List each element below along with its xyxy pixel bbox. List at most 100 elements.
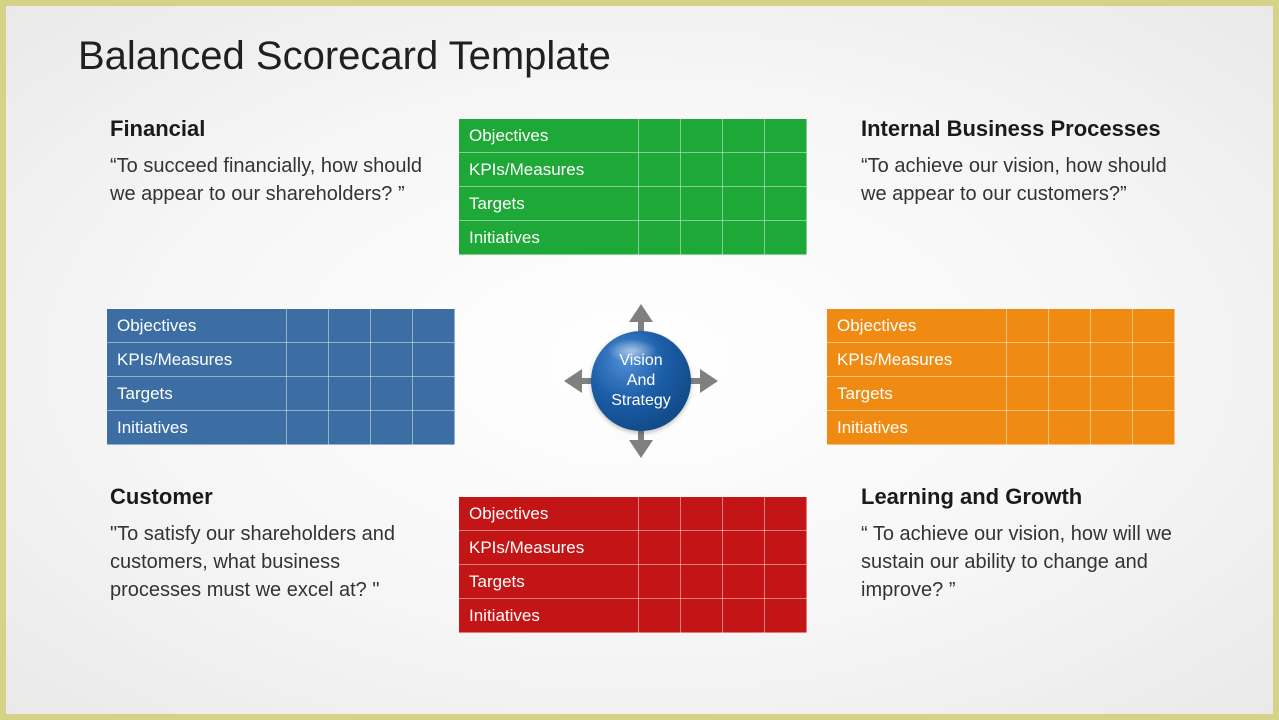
cell bbox=[1049, 309, 1091, 343]
cell bbox=[1049, 377, 1091, 411]
cell bbox=[723, 565, 765, 599]
financial-heading: Financial bbox=[110, 116, 430, 142]
cell bbox=[765, 119, 807, 153]
customer-heading: Customer bbox=[110, 484, 430, 510]
cell bbox=[371, 343, 413, 377]
cell bbox=[639, 497, 681, 531]
cell bbox=[639, 221, 681, 255]
cell bbox=[765, 599, 807, 633]
cell bbox=[723, 187, 765, 221]
table-learning: Objectives KPIs/Measures Targets Initiat… bbox=[458, 496, 807, 633]
cell bbox=[681, 599, 723, 633]
cell bbox=[371, 377, 413, 411]
row-initiatives: Initiatives bbox=[827, 411, 1007, 445]
row-initiatives: Initiatives bbox=[107, 411, 287, 445]
cell bbox=[1133, 309, 1175, 343]
cell bbox=[287, 411, 329, 445]
internal-heading: Internal Business Processes bbox=[861, 116, 1181, 142]
cell bbox=[1049, 343, 1091, 377]
cell bbox=[371, 309, 413, 343]
arrow-right-icon bbox=[700, 369, 718, 393]
row-kpis: KPIs/Measures bbox=[459, 153, 639, 187]
cell bbox=[681, 565, 723, 599]
row-objectives: Objectives bbox=[107, 309, 287, 343]
cell bbox=[329, 377, 371, 411]
cell bbox=[371, 411, 413, 445]
row-targets: Targets bbox=[827, 377, 1007, 411]
cell bbox=[1007, 377, 1049, 411]
cell bbox=[639, 119, 681, 153]
cell bbox=[413, 343, 455, 377]
row-targets: Targets bbox=[459, 565, 639, 599]
hub-label: Vision And Strategy bbox=[611, 351, 671, 411]
cell bbox=[329, 309, 371, 343]
cell bbox=[681, 497, 723, 531]
cell bbox=[639, 153, 681, 187]
cell bbox=[1049, 411, 1091, 445]
row-targets: Targets bbox=[107, 377, 287, 411]
cell bbox=[1091, 411, 1133, 445]
row-kpis: KPIs/Measures bbox=[107, 343, 287, 377]
internal-desc: “To achieve our vision, how should we ap… bbox=[861, 152, 1181, 208]
cell bbox=[681, 119, 723, 153]
cell bbox=[1007, 343, 1049, 377]
row-objectives: Objectives bbox=[827, 309, 1007, 343]
cell bbox=[329, 411, 371, 445]
row-initiatives: Initiatives bbox=[459, 599, 639, 633]
hub-circle: Vision And Strategy bbox=[591, 331, 691, 431]
arrow-left-icon bbox=[564, 369, 582, 393]
table-internal: Objectives KPIs/Measures Targets Initiat… bbox=[826, 308, 1175, 445]
cell bbox=[639, 187, 681, 221]
financial-desc: “To succeed financially, how should we a… bbox=[110, 152, 430, 208]
cell bbox=[287, 343, 329, 377]
cell bbox=[723, 531, 765, 565]
cell bbox=[639, 531, 681, 565]
cell bbox=[413, 309, 455, 343]
cell bbox=[329, 343, 371, 377]
table-financial: Objectives KPIs/Measures Targets Initiat… bbox=[458, 118, 807, 255]
cell bbox=[681, 187, 723, 221]
cell bbox=[1133, 377, 1175, 411]
perspective-learning: Learning and Growth “ To achieve our vis… bbox=[861, 484, 1181, 604]
hub-line3: Strategy bbox=[611, 392, 671, 409]
page-title: Balanced Scorecard Template bbox=[78, 34, 611, 79]
learning-desc: “ To achieve our vision, how will we sus… bbox=[861, 520, 1181, 604]
cell bbox=[765, 565, 807, 599]
learning-heading: Learning and Growth bbox=[861, 484, 1181, 510]
perspective-internal: Internal Business Processes “To achieve … bbox=[861, 116, 1181, 208]
cell bbox=[723, 153, 765, 187]
customer-desc: "To satisfy our shareholders and custome… bbox=[110, 520, 430, 604]
row-kpis: KPIs/Measures bbox=[827, 343, 1007, 377]
cell bbox=[723, 599, 765, 633]
cell bbox=[639, 565, 681, 599]
arrow-down-icon bbox=[629, 440, 653, 458]
cell bbox=[765, 153, 807, 187]
cell bbox=[287, 377, 329, 411]
cell bbox=[765, 531, 807, 565]
cell bbox=[765, 497, 807, 531]
perspective-financial: Financial “To succeed financially, how s… bbox=[110, 116, 430, 208]
hub-line1: Vision bbox=[619, 352, 662, 369]
cell bbox=[765, 221, 807, 255]
cell bbox=[1091, 377, 1133, 411]
hub-group: Vision And Strategy bbox=[566, 306, 716, 456]
arrow-up-icon bbox=[629, 304, 653, 322]
cell bbox=[1091, 309, 1133, 343]
cell bbox=[413, 377, 455, 411]
row-targets: Targets bbox=[459, 187, 639, 221]
cell bbox=[723, 119, 765, 153]
cell bbox=[765, 187, 807, 221]
cell bbox=[413, 411, 455, 445]
cell bbox=[723, 497, 765, 531]
hub-line2: And bbox=[627, 372, 655, 389]
row-objectives: Objectives bbox=[459, 119, 639, 153]
cell bbox=[723, 221, 765, 255]
slide-canvas: Balanced Scorecard Template Financial “T… bbox=[6, 6, 1273, 714]
cell bbox=[639, 599, 681, 633]
table-customer: Objectives KPIs/Measures Targets Initiat… bbox=[106, 308, 455, 445]
perspective-customer: Customer "To satisfy our shareholders an… bbox=[110, 484, 430, 604]
cell bbox=[681, 531, 723, 565]
cell bbox=[1091, 343, 1133, 377]
cell bbox=[1007, 411, 1049, 445]
cell bbox=[1133, 411, 1175, 445]
